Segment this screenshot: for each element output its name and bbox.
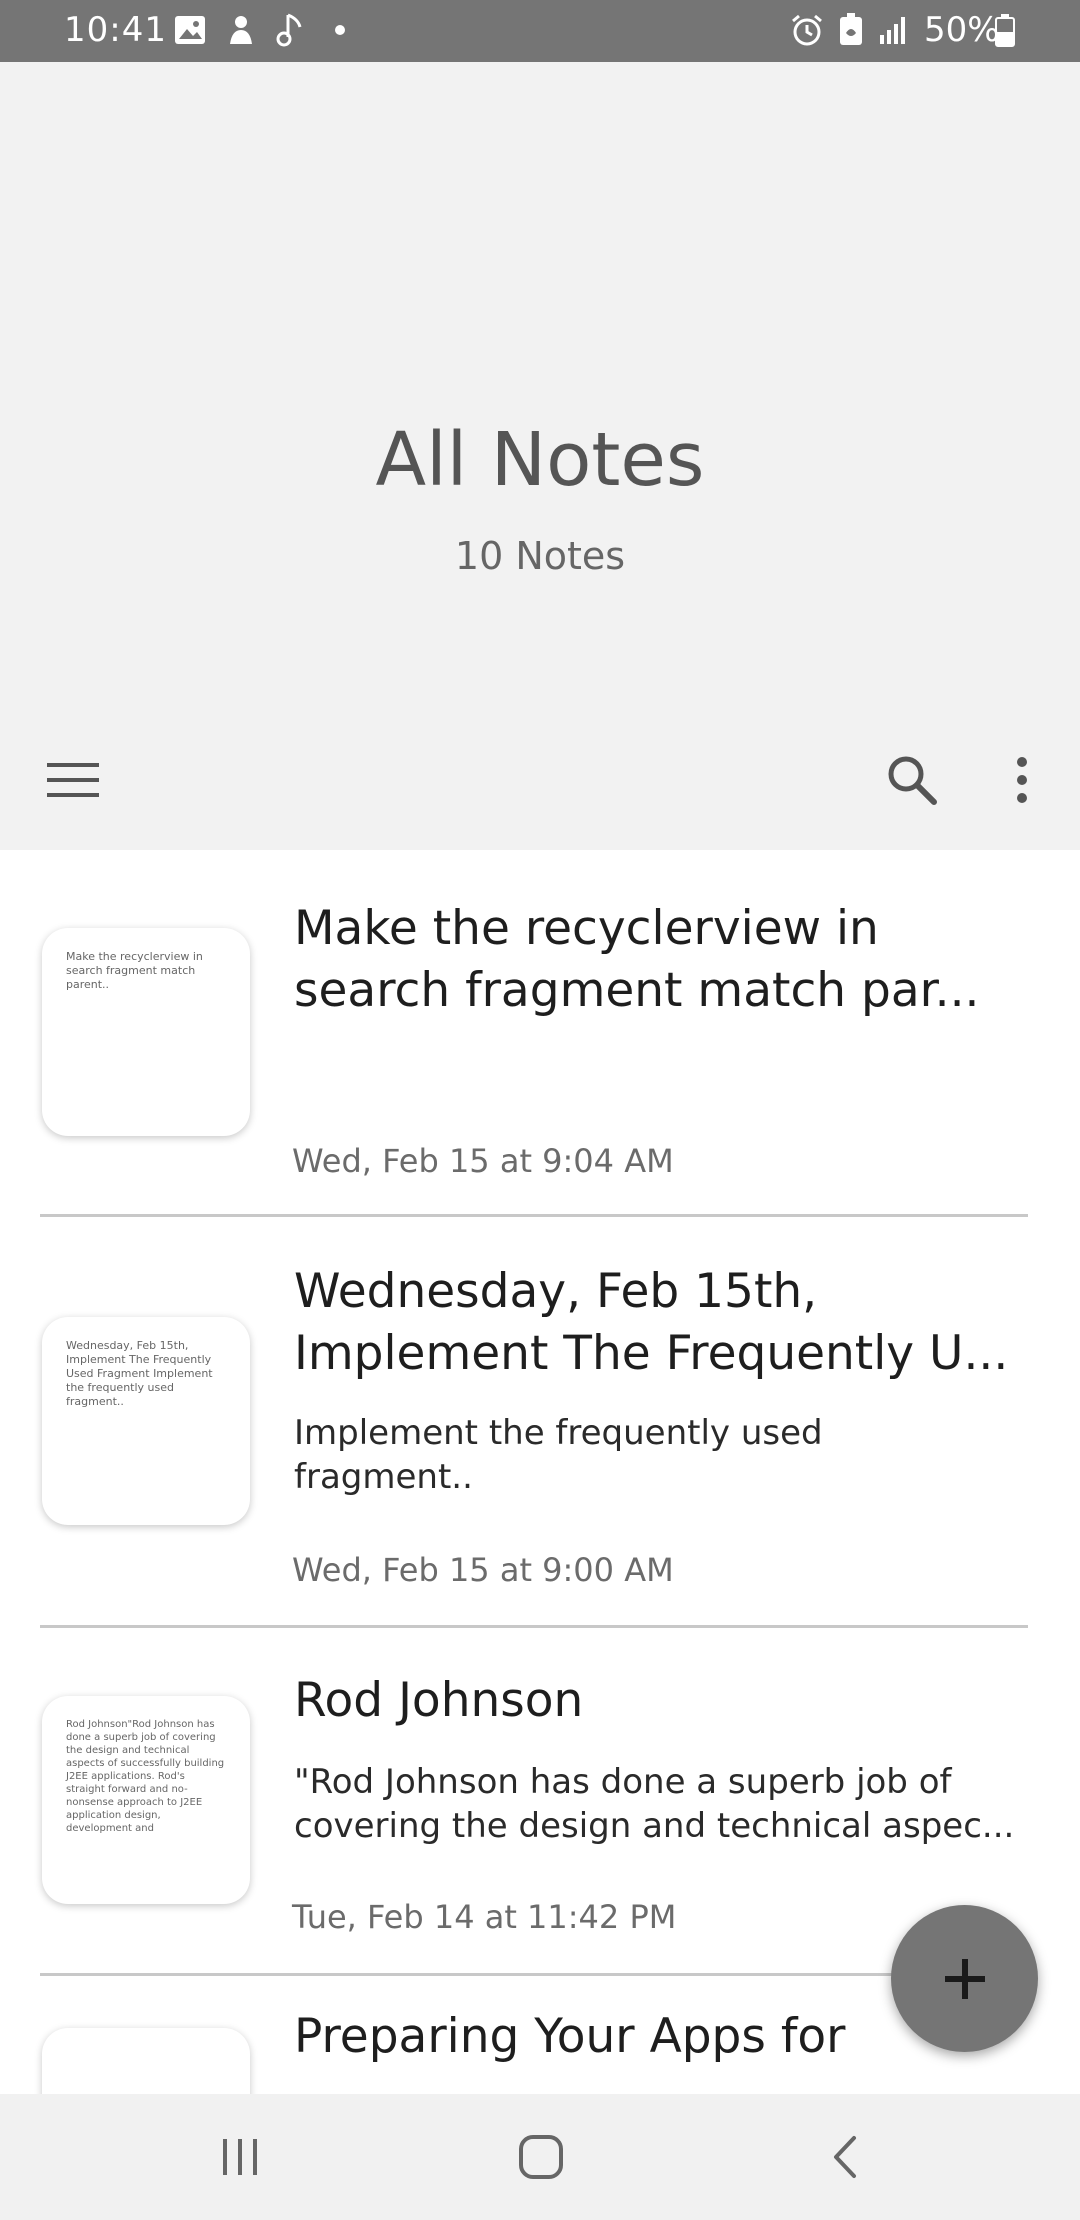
notes-count: 10 Notes xyxy=(454,534,626,578)
note-title-line: Implement The Frequently U... xyxy=(294,1326,1009,1381)
note-thumbnail: Rod Johnson"Rod Johnson has done a super… xyxy=(42,1696,250,1904)
recents-button[interactable] xyxy=(195,2122,285,2192)
menu-button[interactable] xyxy=(38,745,108,815)
list-item[interactable]: Make the recyclerview in search fragment… xyxy=(0,850,1080,1214)
note-preview-line: covering the design and technical aspec.… xyxy=(294,1806,1015,1846)
back-icon xyxy=(834,2136,856,2178)
image-icon xyxy=(174,12,206,48)
note-preview-line: "Rod Johnson has done a superb job of xyxy=(294,1762,952,1802)
dot-icon xyxy=(334,12,346,48)
search-button[interactable] xyxy=(874,742,950,818)
note-title: Rod Johnson xyxy=(294,1673,584,1728)
app-header: All Notes 10 Notes xyxy=(0,62,1080,850)
menu-icon xyxy=(47,763,99,797)
note-title-line: search fragment match par... xyxy=(294,963,980,1018)
plus-icon xyxy=(944,1958,985,1999)
recents-icon xyxy=(223,2139,257,2175)
note-preview: Implement the frequently used fragment.. xyxy=(294,1411,1034,1499)
more-options-button[interactable] xyxy=(994,742,1050,818)
upload-icon xyxy=(226,12,256,48)
note-thumbnail: Wednesday, Feb 15th, Implement The Frequ… xyxy=(42,1317,250,1525)
note-thumbnail xyxy=(42,2028,250,2094)
note-preview-line: fragment.. xyxy=(294,1457,473,1497)
alarm-icon xyxy=(790,12,824,48)
note-title: Make the recyclerview in search fragment… xyxy=(294,898,1034,1022)
battery-saver-icon xyxy=(838,12,864,48)
note-date: Tue, Feb 14 at 11:42 PM xyxy=(292,1898,677,1936)
note-title: Wednesday, Feb 15th, Implement The Frequ… xyxy=(294,1261,1034,1385)
music-note-icon xyxy=(276,12,304,48)
note-preview-line: Implement the frequently used xyxy=(294,1413,823,1453)
navigation-bar xyxy=(0,2094,1080,2220)
back-button[interactable] xyxy=(800,2122,890,2192)
home-icon xyxy=(519,2135,563,2179)
note-date: Wed, Feb 15 at 9:00 AM xyxy=(292,1551,674,1589)
battery-percent: 50% xyxy=(924,10,1000,50)
signal-icon xyxy=(878,12,910,48)
status-bar: 10:41 50% xyxy=(0,0,1080,62)
more-vert-icon xyxy=(1017,757,1027,803)
note-thumbnail: Make the recyclerview in search fragment… xyxy=(42,928,250,1136)
page-title: All Notes xyxy=(375,417,705,503)
note-preview: "Rod Johnson has done a superb job of co… xyxy=(294,1760,1034,1848)
battery-icon xyxy=(994,12,1016,48)
add-note-button[interactable] xyxy=(891,1905,1038,2052)
note-date: Wed, Feb 15 at 9:04 AM xyxy=(292,1142,674,1180)
note-title-line: Make the recyclerview in xyxy=(294,901,879,956)
search-icon xyxy=(888,756,937,805)
list-item[interactable]: Wednesday, Feb 15th, Implement The Frequ… xyxy=(0,1217,1080,1625)
status-time: 10:41 xyxy=(64,10,167,50)
home-button[interactable] xyxy=(496,2122,586,2192)
note-title-line: Wednesday, Feb 15th, xyxy=(294,1264,818,1319)
